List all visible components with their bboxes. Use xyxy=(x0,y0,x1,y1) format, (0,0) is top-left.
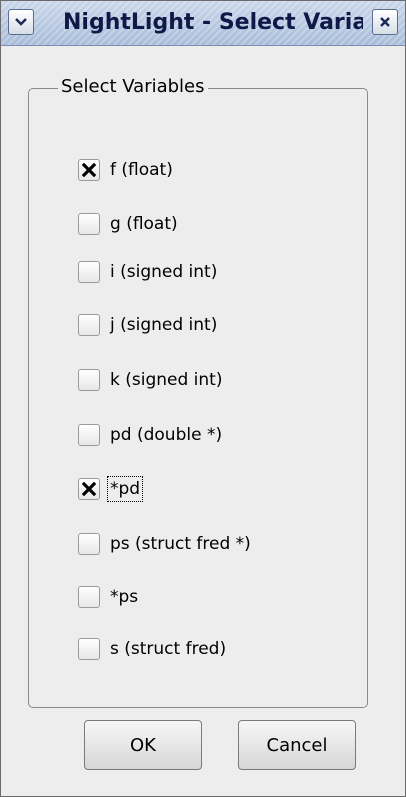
ok-button[interactable]: OK xyxy=(84,720,202,770)
check-x-icon xyxy=(82,163,96,177)
window-title: NightLight - Select Variables xyxy=(63,10,363,35)
check-x-icon xyxy=(82,482,96,496)
checkbox[interactable] xyxy=(78,261,100,283)
variable-checkbox-row[interactable]: j (signed int) xyxy=(78,311,219,339)
variable-checkbox-row[interactable]: g (float) xyxy=(78,210,180,238)
variable-checkbox-row[interactable]: k (signed int) xyxy=(78,366,224,394)
checkbox[interactable] xyxy=(78,478,100,500)
close-button[interactable] xyxy=(372,9,398,35)
checkbox-label: g (float) xyxy=(110,214,178,234)
variable-checkbox-row[interactable]: *ps xyxy=(78,583,140,611)
title-bar[interactable]: NightLight - Select Variables xyxy=(1,1,405,46)
variable-checkbox-row[interactable]: f (float) xyxy=(78,156,175,184)
variable-checkbox-row[interactable]: pd (double *) xyxy=(78,421,224,449)
window-menu-button[interactable] xyxy=(8,9,34,35)
checkbox-label: k (signed int) xyxy=(110,370,223,390)
variable-checkbox-row[interactable]: *pd xyxy=(78,475,144,503)
checkbox[interactable] xyxy=(78,369,100,391)
checkbox-label: f (float) xyxy=(110,160,173,180)
checkbox[interactable] xyxy=(78,424,100,446)
variable-checkbox-row[interactable]: ps (struct fred *) xyxy=(78,530,253,558)
checkbox-label: *pd xyxy=(106,476,144,502)
close-icon xyxy=(380,17,390,27)
checkbox-label: *ps xyxy=(110,587,139,607)
variable-checkbox-row[interactable]: s (struct fred) xyxy=(78,635,228,663)
variable-checkbox-row[interactable]: i (signed int) xyxy=(78,258,219,286)
checkbox-label: j (signed int) xyxy=(110,315,218,335)
cancel-button[interactable]: Cancel xyxy=(238,720,356,770)
checkbox-label: s (struct fred) xyxy=(110,639,227,659)
checkbox-label: pd (double *) xyxy=(110,425,223,445)
checkbox[interactable] xyxy=(78,586,100,608)
checkbox-label: ps (struct fred *) xyxy=(110,534,251,554)
checkbox-label: i (signed int) xyxy=(110,262,218,282)
checkbox[interactable] xyxy=(78,533,100,555)
group-legend: Select Variables xyxy=(58,74,208,100)
checkbox[interactable] xyxy=(78,213,100,235)
checkbox[interactable] xyxy=(78,638,100,660)
checkbox[interactable] xyxy=(78,159,100,181)
chevron-down-icon xyxy=(15,18,27,26)
checkbox[interactable] xyxy=(78,314,100,336)
